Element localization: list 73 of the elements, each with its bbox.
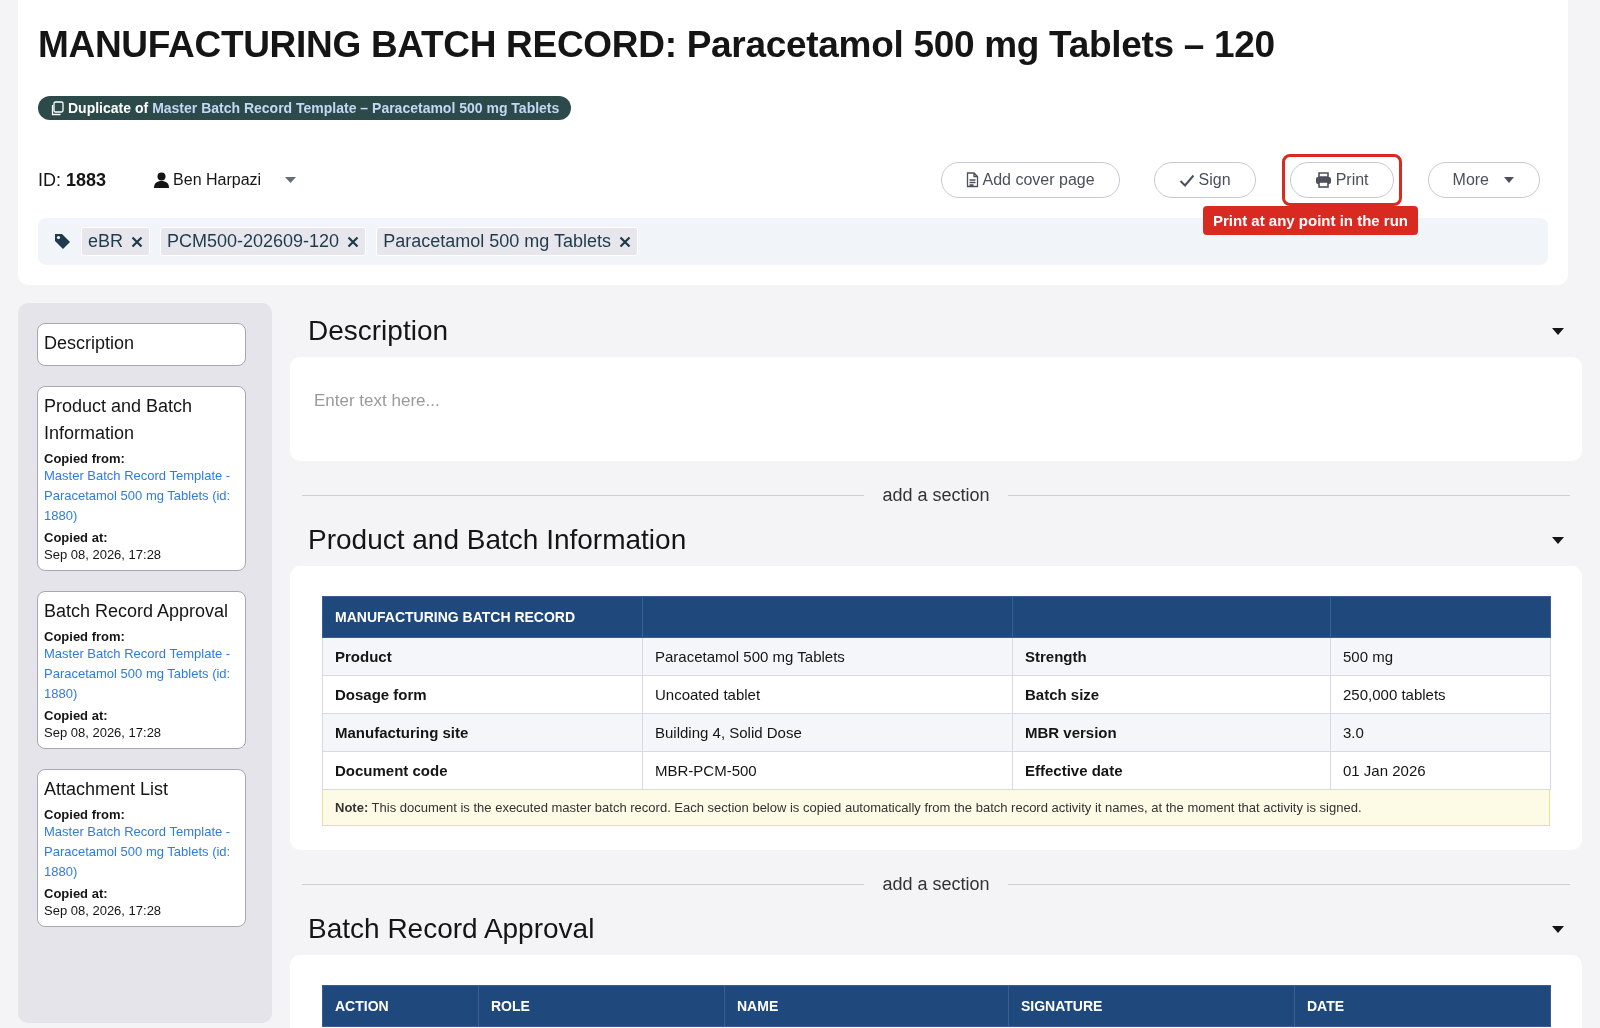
column-header: NAME (724, 985, 1009, 1027)
table-cell: Manufacturing site (322, 713, 643, 752)
copied-at-label: Copied at: (44, 708, 109, 724)
copied-from-label: Copied from: (44, 451, 126, 467)
sidebar-item[interactable]: Description (37, 323, 246, 367)
column-header: MANUFACTURING BATCH RECORD (322, 596, 643, 638)
source-link[interactable]: Master Batch Record Template - Paracetamol 500 mg Tablets (id: 1880) (44, 644, 239, 705)
sidebar-item-title: Product and Batch Information (44, 395, 194, 446)
copied-at-label: Copied at: (44, 886, 109, 902)
section-title: Batch Record Approval (308, 913, 596, 946)
column-header: ACTION (322, 985, 479, 1027)
copied-at-date: Sep 08, 2026, 17:28 (44, 725, 163, 741)
sidebar-item-title: Batch Record Approval (44, 600, 230, 624)
copied-at-date: Sep 08, 2026, 17:28 (44, 547, 163, 563)
section-title: Product and Batch Information (308, 524, 688, 557)
caret-icon (285, 176, 297, 184)
table-cell: 500 mg (1330, 637, 1551, 676)
copied-from-label: Copied from: (44, 629, 126, 645)
tag-label: eBR (88, 231, 123, 253)
add-section-link[interactable]: add a section (882, 485, 990, 507)
copy-icon (50, 100, 64, 116)
remove-tag-icon[interactable] (347, 235, 360, 248)
table-cell: MBR version (1012, 713, 1331, 752)
printer-icon (1314, 172, 1332, 189)
action-button[interactable]: Sign (1153, 162, 1256, 199)
tooltip: Print at any point in the run (1203, 206, 1418, 236)
table-cell: 3.0 (1330, 713, 1551, 752)
table-cell: Paracetamol 500 mg Tablets (642, 637, 1013, 676)
table-cell: 01 Jan 2026 (1330, 751, 1551, 790)
tag-icon (54, 233, 71, 251)
table-cell: MBR-PCM-500 (642, 751, 1013, 790)
sidebar-item-title: Description (44, 332, 136, 356)
caret-icon (1503, 176, 1515, 185)
table-cell: Product (322, 637, 643, 676)
table-cell: 250,000 tablets (1330, 675, 1551, 714)
action-button[interactable]: Print (1289, 162, 1394, 199)
source-link[interactable]: Master Batch Record Template - Paracetamol 500 mg Tablets (id: 1880) (44, 466, 239, 527)
section-title: Description (308, 315, 450, 348)
source-link[interactable]: Master Batch Record Template - Paracetamol 500 mg Tablets (id: 1880) (44, 822, 239, 883)
sidebar-item[interactable]: Attachment List Copied from: Master Batch Record Template - Paracetamol 500 mg Tablets (id: 1880) Copied at: Sep 08, 2026, 17:28 (37, 769, 246, 928)
document-icon (965, 172, 979, 189)
check-icon (1178, 173, 1195, 187)
copied-from-label: Copied from: (44, 807, 126, 823)
badge-text: Duplicate of (68, 100, 149, 117)
page-title: MANUFACTURING BATCH RECORD: Paracetamol 500 mg Tablets – 120 (38, 23, 1276, 67)
sidebar-item-title: Attachment List (44, 778, 170, 802)
copied-at-label: Copied at: (44, 530, 109, 546)
tag-label: PCM500-202609-120 (167, 231, 340, 253)
owner-dropdown[interactable]: Ben Harpazi (154, 171, 297, 190)
more-button[interactable]: More (1427, 162, 1540, 199)
table-cell: Batch size (1012, 675, 1331, 714)
template-link[interactable]: Master Batch Record Template – Paracetamol 500 mg Tablets (152, 100, 560, 117)
add-section-link[interactable]: add a section (882, 874, 990, 896)
tag-label: Paracetamol 500 mg Tablets (383, 231, 611, 253)
table-cell: Strength (1012, 637, 1331, 676)
column-header: SIGNATURE (1008, 985, 1295, 1027)
table-cell: Document code (322, 751, 643, 790)
table-cell: Dosage form (322, 675, 643, 714)
sidebar-item[interactable]: Batch Record Approval Copied from: Master Batch Record Template - Paracetamol 500 mg Tablets (id: 1880) Copied at: Sep 08, 2026, 17:28 (37, 591, 246, 750)
user-icon (154, 172, 170, 189)
table-note: Note: This document is the executed master batch record. Each section below is copied automatically from the batch record activity it names, at the moment that activity is signed. (322, 790, 1550, 827)
table-cell: Uncoated tablet (642, 675, 1013, 714)
record-id: ID: 1883 (38, 169, 107, 191)
remove-tag-icon[interactable] (618, 235, 631, 248)
column-header: ROLE (478, 985, 725, 1027)
copied-at-date: Sep 08, 2026, 17:28 (44, 903, 163, 919)
remove-tag-icon[interactable] (131, 235, 143, 248)
action-button[interactable]: Add cover page (940, 162, 1120, 199)
table-cell: Effective date (1012, 751, 1331, 790)
column-header: DATE (1294, 985, 1551, 1027)
sidebar-item[interactable]: Product and Batch Information Copied from: Master Batch Record Template - Paracetamol 500 mg Tablets (id: 1880) Copied at: Sep 08, 2026, 17:28 (37, 386, 246, 572)
description-field[interactable]: Enter text here... (290, 357, 1582, 462)
table-cell: Building 4, Solid Dose (642, 713, 1013, 752)
